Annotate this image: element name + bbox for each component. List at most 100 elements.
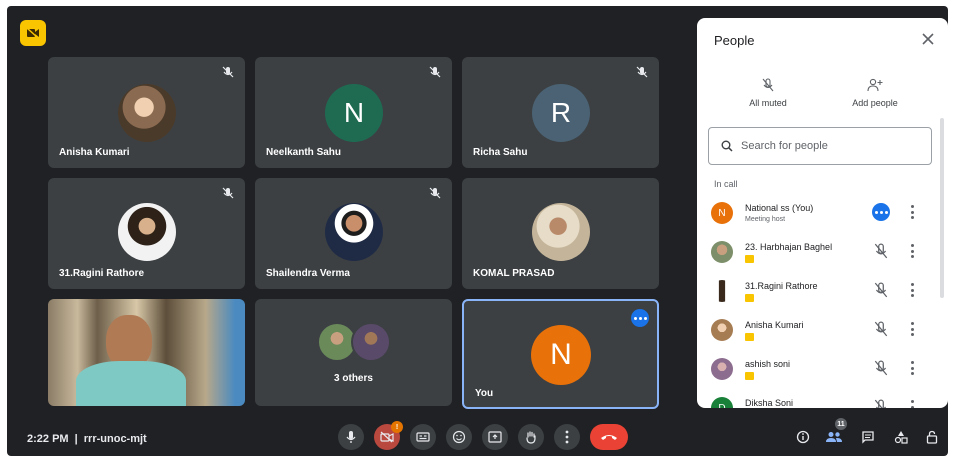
meet-tag-icon xyxy=(745,333,754,341)
participant-tile[interactable]: R Richa Sahu xyxy=(462,57,659,168)
people-button[interactable]: 11 xyxy=(823,418,847,448)
chat-icon xyxy=(862,431,874,444)
lock-icon xyxy=(926,430,938,444)
mic-off-icon xyxy=(222,187,234,199)
participant-name: 23. Harbhajan Baghel xyxy=(745,242,833,252)
participant-tile[interactable]: N Neelkanth Sahu xyxy=(255,57,452,168)
participant-name: 31.Ragini Rathore xyxy=(745,281,818,291)
panel-title: People xyxy=(714,33,755,48)
host-options-icon[interactable] xyxy=(872,203,890,221)
mic-off-icon xyxy=(222,66,234,78)
avatar: N xyxy=(325,84,383,142)
search-icon xyxy=(721,140,733,152)
search-input[interactable] xyxy=(741,140,911,152)
participant-tile[interactable]: 31.Ragini Rathore xyxy=(48,178,245,289)
more-options-icon[interactable] xyxy=(631,309,649,327)
close-icon[interactable] xyxy=(920,31,936,47)
avatar xyxy=(325,203,383,261)
mic-off-icon xyxy=(762,78,774,92)
participant-row[interactable]: 31.Ragini Rathore xyxy=(697,276,937,315)
participant-row[interactable]: Anisha Kumari xyxy=(697,315,937,354)
more-vert-icon xyxy=(565,430,569,444)
participant-name: Neelkanth Sahu xyxy=(266,147,342,158)
participant-row[interactable]: 23. Harbhajan Baghel xyxy=(697,237,937,276)
meeting-info: 2:22 PM | rrr-unoc-mjt xyxy=(27,433,147,445)
activities-icon xyxy=(894,431,908,444)
mic-off-icon xyxy=(429,66,441,78)
meet-tag-icon xyxy=(745,255,754,263)
others-label: 3 others xyxy=(334,373,373,384)
meeting-time: 2:22 PM xyxy=(27,433,69,445)
mic-off-icon[interactable] xyxy=(873,321,889,337)
activities-button[interactable] xyxy=(890,426,912,448)
end-call-button[interactable] xyxy=(590,424,628,450)
separator: | xyxy=(74,433,78,445)
more-vert-icon[interactable] xyxy=(910,283,914,297)
mic-icon xyxy=(346,431,356,443)
meeting-details-button[interactable] xyxy=(792,426,814,448)
participant-name: Richa Sahu xyxy=(473,147,528,158)
participant-row[interactable]: N National ss (You) Meeting host xyxy=(697,198,937,237)
avatar xyxy=(351,322,391,362)
more-vert-icon[interactable] xyxy=(910,361,914,375)
camera-off-icon xyxy=(380,431,394,443)
people-panel: People All muted Add people In call N Na… xyxy=(697,18,948,408)
participant-name: ashish soni xyxy=(745,359,791,369)
avatar: R xyxy=(532,84,590,142)
meeting-stage: Anisha Kumari N Neelkanth Sahu R Richa S… xyxy=(7,6,948,456)
avatar: N xyxy=(531,325,591,385)
reactions-button[interactable] xyxy=(446,424,472,450)
meet-tag-icon xyxy=(745,294,754,302)
end-call-icon xyxy=(601,435,617,440)
scrollbar[interactable] xyxy=(940,118,944,298)
mic-button[interactable] xyxy=(338,424,364,450)
participant-name: Anisha Kumari xyxy=(59,147,130,158)
more-vert-icon[interactable] xyxy=(910,205,914,219)
self-tile[interactable]: N You xyxy=(462,299,659,409)
camera-alert-badge: ! xyxy=(391,421,403,433)
video-person-body xyxy=(76,361,186,406)
participant-row[interactable]: ashish soni xyxy=(697,354,937,393)
more-options-button[interactable] xyxy=(554,424,580,450)
raise-hand-icon xyxy=(526,431,536,444)
add-people-button[interactable]: Add people xyxy=(842,78,908,108)
participant-name: 31.Ragini Rathore xyxy=(59,268,145,279)
mic-off-icon[interactable] xyxy=(873,243,889,259)
mic-off-icon xyxy=(429,187,441,199)
host-controls-button[interactable] xyxy=(921,426,943,448)
meet-tag-icon xyxy=(745,372,754,380)
meet-logo-icon[interactable] xyxy=(20,20,46,46)
participant-row[interactable]: D Diksha Soni xyxy=(697,393,937,408)
participant-count-badge: 11 xyxy=(835,418,847,430)
more-vert-icon[interactable] xyxy=(910,322,914,336)
avatar xyxy=(118,84,176,142)
mute-all-button[interactable]: All muted xyxy=(737,78,799,108)
avatar xyxy=(711,319,733,341)
mute-all-label: All muted xyxy=(749,98,787,108)
mic-off-icon[interactable] xyxy=(873,360,889,376)
camera-button[interactable]: ! xyxy=(374,421,403,450)
chat-button[interactable] xyxy=(857,426,879,448)
mic-off-icon[interactable] xyxy=(873,399,889,408)
more-vert-icon[interactable] xyxy=(910,400,914,408)
emoji-icon xyxy=(452,430,466,444)
participant-video[interactable] xyxy=(48,299,245,406)
participant-tile[interactable]: Anisha Kumari xyxy=(48,57,245,168)
participant-tile[interactable]: Shailendra Verma xyxy=(255,178,452,289)
others-tile[interactable]: 3 others xyxy=(255,299,452,406)
add-person-icon xyxy=(867,78,883,92)
search-field[interactable] xyxy=(708,127,932,165)
raise-hand-button[interactable] xyxy=(518,424,544,450)
participant-name: Diksha Soni xyxy=(745,398,794,408)
participant-name: KOMAL PRASAD xyxy=(473,268,555,279)
captions-button[interactable] xyxy=(410,424,436,450)
avatar xyxy=(711,241,733,263)
participant-tile[interactable]: KOMAL PRASAD xyxy=(462,178,659,289)
mic-off-icon[interactable] xyxy=(873,282,889,298)
section-label: In call xyxy=(714,179,738,189)
present-button[interactable] xyxy=(482,424,508,450)
avatar xyxy=(711,358,733,380)
more-vert-icon[interactable] xyxy=(910,244,914,258)
avatar xyxy=(711,280,733,302)
avatar xyxy=(118,203,176,261)
